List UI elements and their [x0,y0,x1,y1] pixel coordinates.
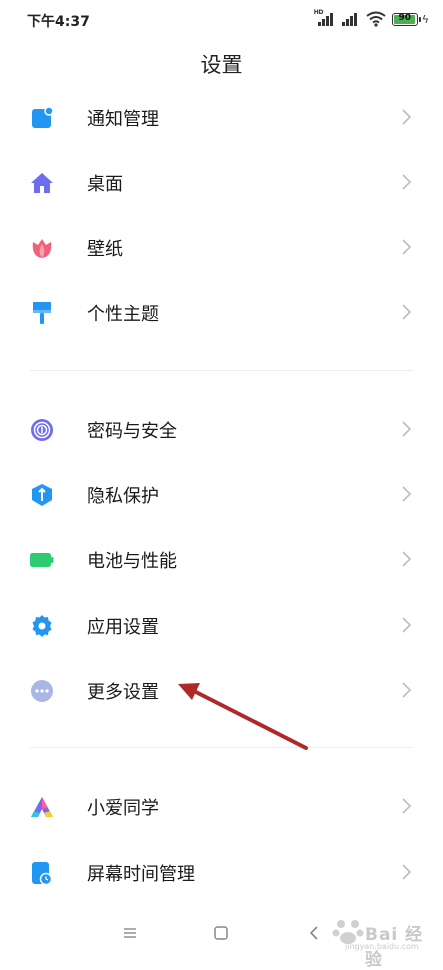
settings-item-notification[interactable]: 通知管理 [0,85,443,149]
chevron-right-icon [402,617,412,633]
chevron-right-icon [402,421,412,437]
gear-icon [30,614,54,638]
group-divider [30,370,413,371]
battery-status-icon: 90 [391,12,421,26]
settings-item-label: 个性主题 [87,304,159,325]
chevron-right-icon [402,864,412,880]
settings-item-screen-time[interactable]: 屏幕时间管理 [0,840,443,904]
chevron-right-icon [402,109,412,125]
hd-label: HD [313,9,324,16]
status-time: 下午4:37 [27,14,90,30]
theme-brush-icon [30,301,54,325]
xiaoai-assistant-icon [30,795,54,819]
settings-item-password-security[interactable]: 密码与安全 [0,397,443,461]
status-bar: 下午4:37 HD 90 ϟ [0,0,443,38]
settings-item-label: 应用设置 [87,617,159,638]
settings-item-privacy[interactable]: 隐私保护 [0,462,443,526]
battery-level: 90 [398,12,411,23]
fingerprint-icon [30,418,54,442]
settings-item-label: 壁纸 [87,239,123,260]
wifi-icon [366,11,386,27]
settings-item-label: 隐私保护 [87,486,159,507]
chevron-right-icon [402,551,412,567]
chevron-right-icon [402,486,412,502]
screen-time-icon [30,861,54,885]
settings-item-battery-performance[interactable]: 电池与性能 [0,527,443,591]
annotation-arrow [178,683,308,750]
chevron-right-icon [402,798,412,814]
settings-item-label: 桌面 [87,174,123,195]
settings-item-label: 屏幕时间管理 [87,864,195,885]
wallpaper-flower-icon [30,236,54,260]
more-dots-icon [30,679,54,703]
settings-item-desktop[interactable]: 桌面 [0,150,443,214]
notification-icon [30,106,54,130]
privacy-shield-icon [30,483,54,507]
signal-icon [340,11,360,27]
charging-icon: ϟ [421,12,429,26]
home-icon [30,171,54,195]
status-icons: HD 90 ϟ [313,9,429,28]
settings-item-label: 电池与性能 [87,551,177,572]
battery-icon [30,548,54,572]
baidu-jingyan-watermark: Bai 经验 jingyan.baidu.com [327,914,437,970]
chevron-right-icon [402,304,412,320]
settings-item-label: 小爱同学 [87,798,159,819]
settings-item-label: 密码与安全 [87,421,177,442]
settings-item-label: 更多设置 [87,682,159,703]
chevron-right-icon [402,239,412,255]
settings-item-wallpaper[interactable]: 壁纸 [0,215,443,279]
menu-nav-icon[interactable] [120,923,140,943]
signal-hd-icon: HD [313,9,334,27]
chevron-right-icon [402,682,412,698]
watermark-url: jingyan.baidu.com [345,942,419,951]
home-nav-icon[interactable] [211,923,231,943]
back-nav-icon[interactable] [304,923,324,943]
chevron-right-icon [402,174,412,190]
settings-item-label: 通知管理 [87,109,159,130]
settings-item-xiaoai[interactable]: 小爱同学 [0,774,443,838]
settings-item-app-settings[interactable]: 应用设置 [0,593,443,657]
settings-item-theme[interactable]: 个性主题 [0,280,443,344]
page-title: 设置 [200,53,243,77]
